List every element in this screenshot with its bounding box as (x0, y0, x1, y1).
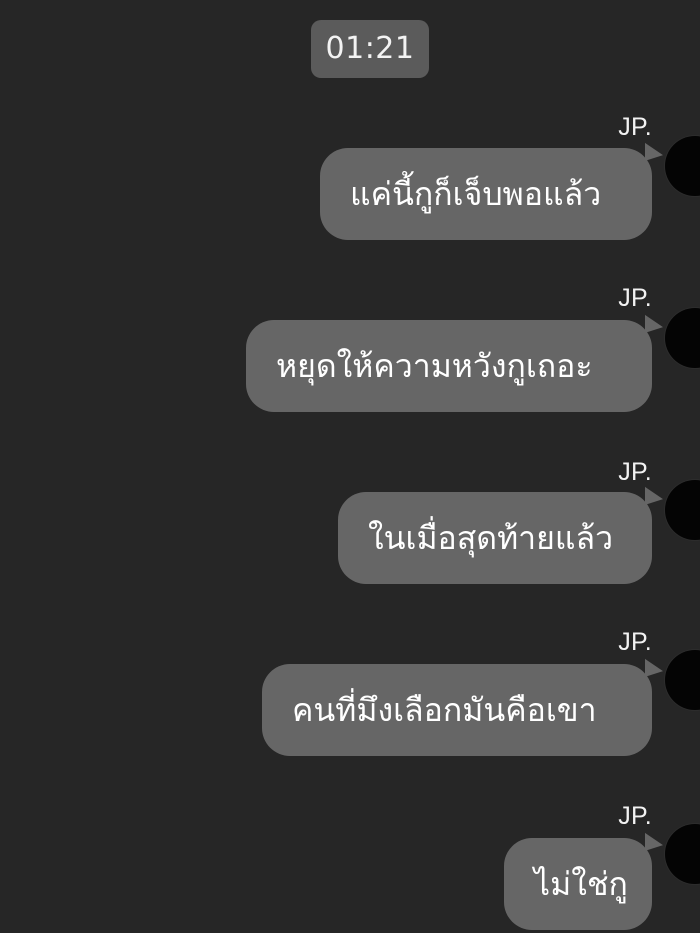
avatar-icon[interactable] (665, 136, 700, 196)
message-3-sender: JP. (618, 458, 652, 486)
message-2-sender: JP. (618, 284, 652, 312)
time-chip: 01:21 (311, 20, 429, 78)
avatar-icon[interactable] (665, 650, 700, 710)
avatar-icon[interactable] (665, 308, 700, 368)
message-2-bubble[interactable]: หยุดให้ความหวังกูเถอะ (246, 320, 652, 412)
avatar-icon[interactable] (665, 480, 700, 540)
message-4-bubble[interactable]: คนที่มึงเลือกมันคือเขา (262, 664, 652, 756)
message-3-bubble[interactable]: ในเมื่อสุดท้ายแล้ว (338, 492, 652, 584)
avatar-icon[interactable] (665, 824, 700, 884)
message-5-bubble[interactable]: ไม่ใช่กู (504, 838, 652, 930)
message-5-sender: JP. (618, 802, 652, 830)
message-1-text: แค่นี้กูก็เจ็บพอแล้ว (350, 175, 602, 213)
message-3-text: ในเมื่อสุดท้ายแล้ว (368, 519, 614, 557)
message-2-text: หยุดให้ความหวังกูเถอะ (276, 347, 593, 385)
message-4-sender: JP. (618, 628, 652, 656)
message-5-text: ไม่ใช่กู (534, 865, 628, 903)
message-1-bubble[interactable]: แค่นี้กูก็เจ็บพอแล้ว (320, 148, 652, 240)
message-4-text: คนที่มึงเลือกมันคือเขา (292, 691, 597, 729)
message-1-sender: JP. (618, 113, 652, 141)
chat-screen: 01:21 JP. แค่นี้กูก็เจ็บพอแล้ว JP. หยุดใ… (0, 0, 700, 933)
